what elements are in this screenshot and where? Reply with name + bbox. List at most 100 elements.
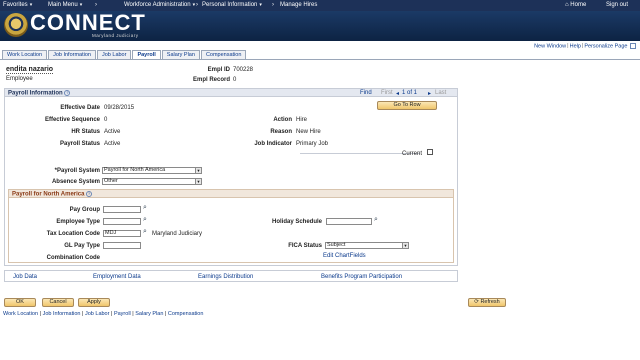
- personal-info-menu[interactable]: Personal Information ▾: [202, 2, 262, 8]
- tab-work-location[interactable]: Work Location: [2, 50, 48, 59]
- bottom-link-job-labor[interactable]: Job Labor: [85, 311, 109, 317]
- chevron-down-icon: ▼: [195, 168, 201, 173]
- tab-job-labor[interactable]: Job Labor: [96, 50, 132, 59]
- section-title: Payroll Information: [8, 90, 63, 97]
- new-window-link[interactable]: New Window: [534, 43, 566, 49]
- sign-out-link[interactable]: Sign out: [606, 2, 628, 8]
- hr-status-label: HR Status: [71, 129, 100, 135]
- tab-job-information[interactable]: Job Information: [48, 50, 96, 59]
- tax-location-description: Maryland Judiciary: [152, 231, 203, 237]
- bottom-tab-links: Work Location | Job Information | Job La…: [3, 311, 204, 317]
- employee-type-input[interactable]: [103, 218, 141, 225]
- personalize-icon[interactable]: [630, 43, 636, 49]
- job-indicator-label: Job Indicator: [254, 141, 292, 147]
- chevron-down-icon: ▼: [195, 179, 201, 184]
- pay-group-input[interactable]: [103, 206, 141, 213]
- job-indicator-value: Primary Job: [296, 141, 329, 147]
- lookup-search-icon[interactable]: ⌕: [143, 216, 147, 224]
- absence-system-select[interactable]: Other ▼: [102, 178, 202, 185]
- benefits-program-participation-link[interactable]: Benefits Program Participation: [321, 274, 402, 280]
- payroll-information-header: Payroll Information ? Find First ◂ 1 of …: [5, 89, 457, 97]
- effective-date-value: 09/28/2015: [104, 105, 135, 111]
- holiday-schedule-input[interactable]: [326, 218, 372, 225]
- go-to-row-button[interactable]: Go To Row: [377, 101, 437, 110]
- action-value: Hire: [296, 117, 308, 123]
- combination-code-label: Combination Code: [46, 255, 100, 261]
- tab-payroll[interactable]: Payroll: [132, 50, 161, 59]
- last-link[interactable]: Last: [435, 90, 446, 96]
- refresh-button[interactable]: ⟳ Refresh: [468, 298, 506, 307]
- empl-record-label: Empl Record: [192, 77, 230, 83]
- tax-location-input[interactable]: MDJ: [103, 230, 141, 237]
- bottom-link-payroll[interactable]: Payroll: [114, 311, 131, 317]
- related-links-bar: Job Data Employment Data Earnings Distri…: [4, 270, 458, 282]
- holiday-schedule-label: Holiday Schedule: [271, 219, 322, 225]
- job-data-link[interactable]: Job Data: [13, 274, 37, 280]
- employee-name: endita nazario: [6, 66, 54, 74]
- favorites-menu[interactable]: Favorites ▾: [3, 2, 32, 8]
- lookup-search-icon[interactable]: ⌕: [143, 204, 147, 212]
- employment-data-link[interactable]: Employment Data: [93, 274, 141, 280]
- tab-bar: Work Location Job Information Job Labor …: [2, 50, 247, 59]
- main-menu[interactable]: Main Menu ▾: [48, 2, 82, 8]
- bottom-link-compensation[interactable]: Compensation: [168, 311, 203, 317]
- home-link[interactable]: ⌂ Home: [565, 2, 586, 8]
- ok-button[interactable]: OK: [4, 298, 36, 307]
- chevron-down-icon: ▼: [402, 243, 408, 248]
- chevron-down-icon: ▾: [29, 2, 33, 8]
- effective-sequence-label: Effective Sequence: [44, 117, 100, 123]
- tab-compensation[interactable]: Compensation: [200, 50, 247, 59]
- bottom-link-work-location[interactable]: Work Location: [3, 311, 38, 317]
- help-icon[interactable]: ?: [64, 90, 71, 96]
- home-icon: ⌂: [565, 2, 569, 8]
- empl-id-label: Empl ID: [207, 67, 230, 73]
- payroll-system-label: *Payroll System: [54, 168, 100, 174]
- effective-sequence-value: 0: [104, 117, 108, 123]
- bottom-link-salary-plan[interactable]: Salary Plan: [135, 311, 163, 317]
- empl-record-value: 0: [233, 77, 237, 83]
- personalize-page-link[interactable]: Personalize Page: [584, 43, 627, 49]
- hr-status-value: Active: [104, 129, 121, 135]
- pager-count: 1 of 1: [402, 90, 418, 96]
- next-arrow-icon[interactable]: ▸: [428, 90, 431, 97]
- maryland-seal-logo: [4, 13, 28, 37]
- earnings-distribution-link[interactable]: Earnings Distribution: [198, 274, 253, 280]
- current-checkbox[interactable]: [427, 149, 433, 155]
- manage-hires-menu[interactable]: Manage Hires: [280, 2, 317, 8]
- chevron-down-icon: ▾: [79, 2, 83, 8]
- payroll-north-america-section: [8, 189, 454, 263]
- lookup-search-icon[interactable]: ⌕: [143, 228, 147, 236]
- breadcrumb-separator-icon: ›: [95, 2, 97, 8]
- cancel-button[interactable]: Cancel: [42, 298, 74, 307]
- payroll-status-label: Payroll Status: [59, 141, 100, 147]
- pay-group-label: Pay Group: [69, 207, 100, 213]
- page-utility-links: New Window|Help|Personalize Page: [534, 43, 636, 49]
- current-label: Current: [402, 151, 423, 157]
- first-link[interactable]: First: [381, 90, 393, 96]
- empl-id-value: 700228: [233, 67, 254, 73]
- edit-chartfields-link[interactable]: Edit ChartFields: [323, 253, 366, 259]
- apply-button[interactable]: Apply: [78, 298, 110, 307]
- payroll-system-select[interactable]: Payroll for North America ▼: [102, 167, 202, 174]
- gl-pay-type-input[interactable]: [103, 242, 141, 249]
- fica-status-label: FICA Status: [288, 243, 322, 249]
- help-link[interactable]: Help: [570, 43, 581, 49]
- bottom-link-job-information[interactable]: Job Information: [43, 311, 81, 317]
- lookup-search-icon[interactable]: ⌕: [374, 216, 378, 224]
- tab-divider: [0, 59, 640, 60]
- find-link[interactable]: Find: [360, 90, 372, 96]
- effective-date-label: Effective Date: [60, 105, 100, 111]
- tab-salary-plan[interactable]: Salary Plan: [161, 50, 200, 59]
- reason-label: Reason: [270, 129, 292, 135]
- help-icon[interactable]: ?: [86, 191, 93, 197]
- workforce-admin-menu[interactable]: Workforce Administration ▾: [124, 2, 195, 8]
- refresh-icon: ⟳: [474, 299, 479, 305]
- employee-type-label: Employee Type: [56, 219, 100, 225]
- chevron-down-icon: ▾: [259, 2, 262, 8]
- previous-arrow-icon[interactable]: ◂: [396, 90, 399, 97]
- breadcrumb-separator-icon: ›: [196, 2, 198, 8]
- fica-status-select[interactable]: Subject ▼: [325, 242, 409, 249]
- employee-type: Employee: [6, 76, 33, 82]
- action-label: Action: [273, 117, 292, 123]
- banner-subtitle: Maryland Judiciary: [92, 33, 139, 38]
